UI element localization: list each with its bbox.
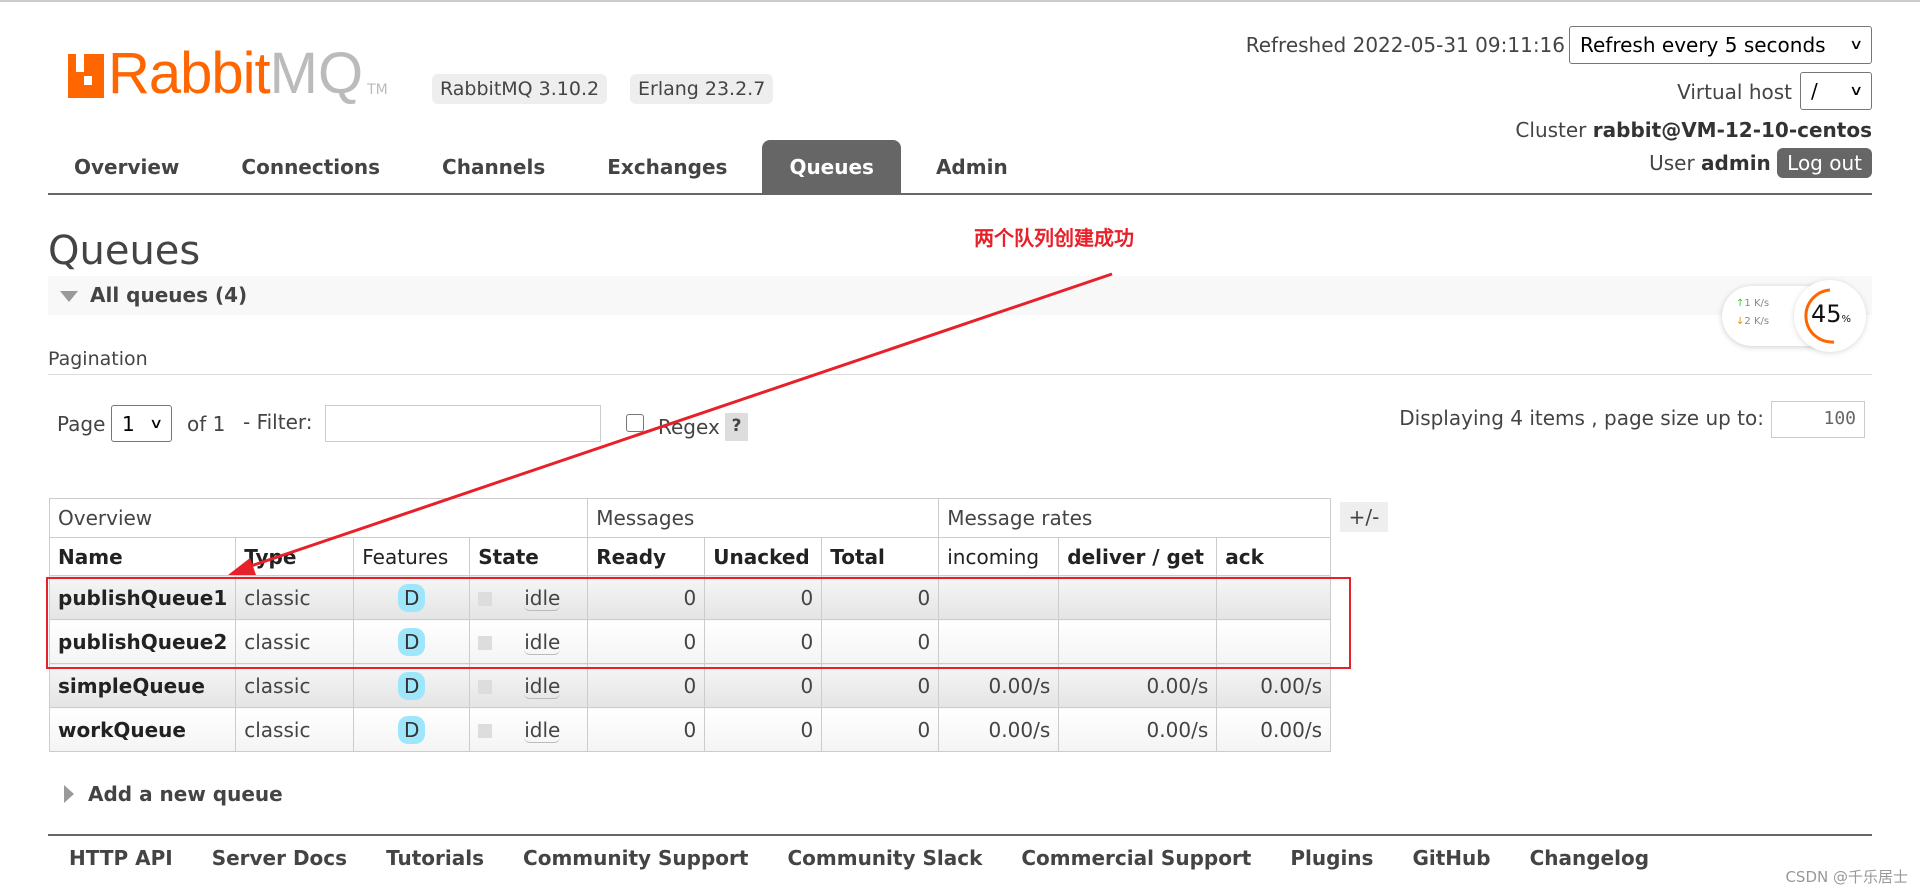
footer-link-community-slack[interactable]: Community Slack [787,846,982,870]
footer-link-plugins[interactable]: Plugins [1290,846,1373,870]
footer-link-github[interactable]: GitHub [1412,846,1490,870]
footer-link-http-api[interactable]: HTTP API [69,846,173,870]
annotation-arrow [228,272,1113,575]
triangle-right-icon [64,785,74,803]
footer-links: HTTP API Server Docs Tutorials Community… [48,846,1688,870]
add-queue-toggle[interactable]: Add a new queue [64,782,283,806]
footer-link-commercial-support[interactable]: Commercial Support [1021,846,1251,870]
footer-divider [48,834,1872,836]
footer-link-server-docs[interactable]: Server Docs [212,846,347,870]
watermark: CSDN @千乐居士 [1785,868,1908,886]
footer-link-tutorials[interactable]: Tutorials [386,846,484,870]
footer-link-changelog[interactable]: Changelog [1530,846,1649,870]
footer-link-community-support[interactable]: Community Support [523,846,748,870]
